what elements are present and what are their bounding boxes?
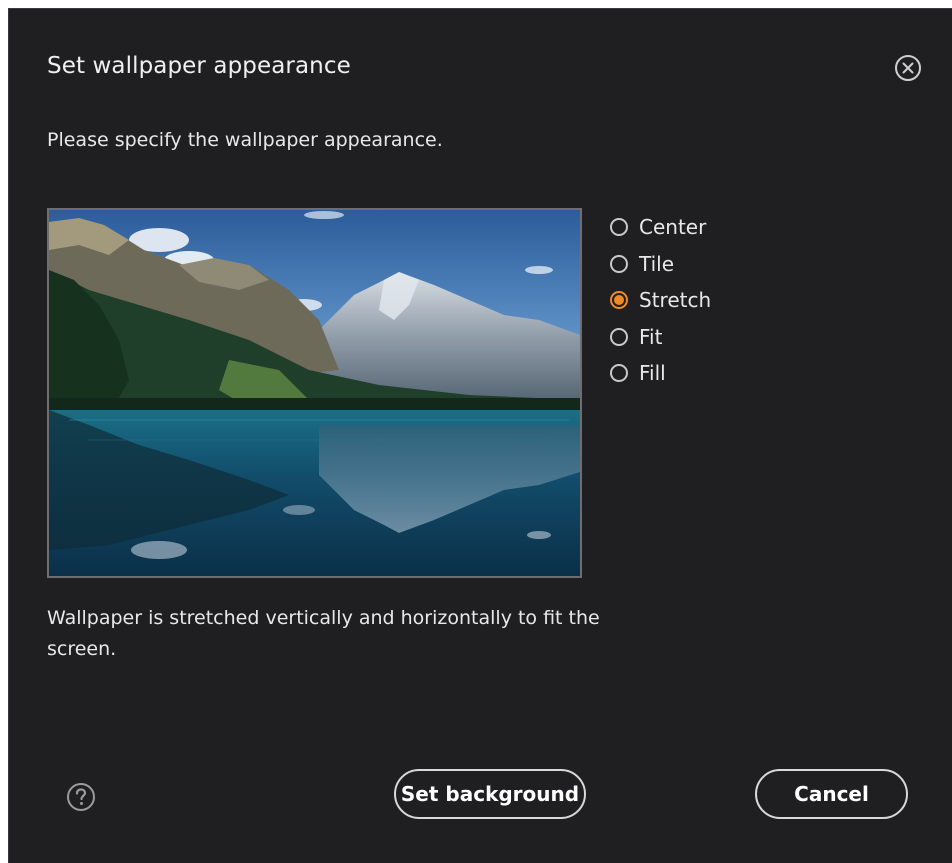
option-fill[interactable]: Fill	[610, 355, 711, 392]
option-tile[interactable]: Tile	[610, 246, 711, 283]
option-stretch[interactable]: Stretch	[610, 282, 711, 319]
option-fit[interactable]: Fit	[610, 319, 711, 356]
close-icon	[895, 55, 921, 81]
fit-radio[interactable]	[610, 327, 628, 346]
tile-label: Tile	[639, 251, 675, 276]
fill-label: Fill	[639, 361, 666, 386]
dialog-title: Set wallpaper appearance	[47, 53, 351, 79]
close-button[interactable]	[893, 53, 923, 83]
wallpaper-preview	[47, 208, 582, 578]
fit-label: Fit	[639, 324, 663, 349]
tile-radio[interactable]	[610, 254, 628, 273]
cancel-button[interactable]: Cancel	[755, 769, 908, 819]
fill-radio[interactable]	[610, 364, 628, 383]
dialog-subtitle: Please specify the wallpaper appearance.	[47, 129, 443, 151]
wallpaper-preview-image	[49, 210, 580, 576]
option-description: Wallpaper is stretched vertically and ho…	[47, 607, 600, 660]
center-radio[interactable]	[610, 218, 628, 237]
appearance-options: Center Tile Stretch Fit Fill	[610, 209, 711, 392]
stretch-label: Stretch	[639, 288, 712, 313]
stretch-radio[interactable]	[610, 291, 628, 310]
help-icon	[67, 783, 95, 811]
center-label: Center	[639, 215, 707, 240]
option-center[interactable]: Center	[610, 209, 711, 246]
wallpaper-dialog: Set wallpaper appearance Please specify …	[8, 8, 952, 863]
set-background-button[interactable]: Set background	[394, 769, 586, 819]
help-button[interactable]	[65, 781, 97, 813]
